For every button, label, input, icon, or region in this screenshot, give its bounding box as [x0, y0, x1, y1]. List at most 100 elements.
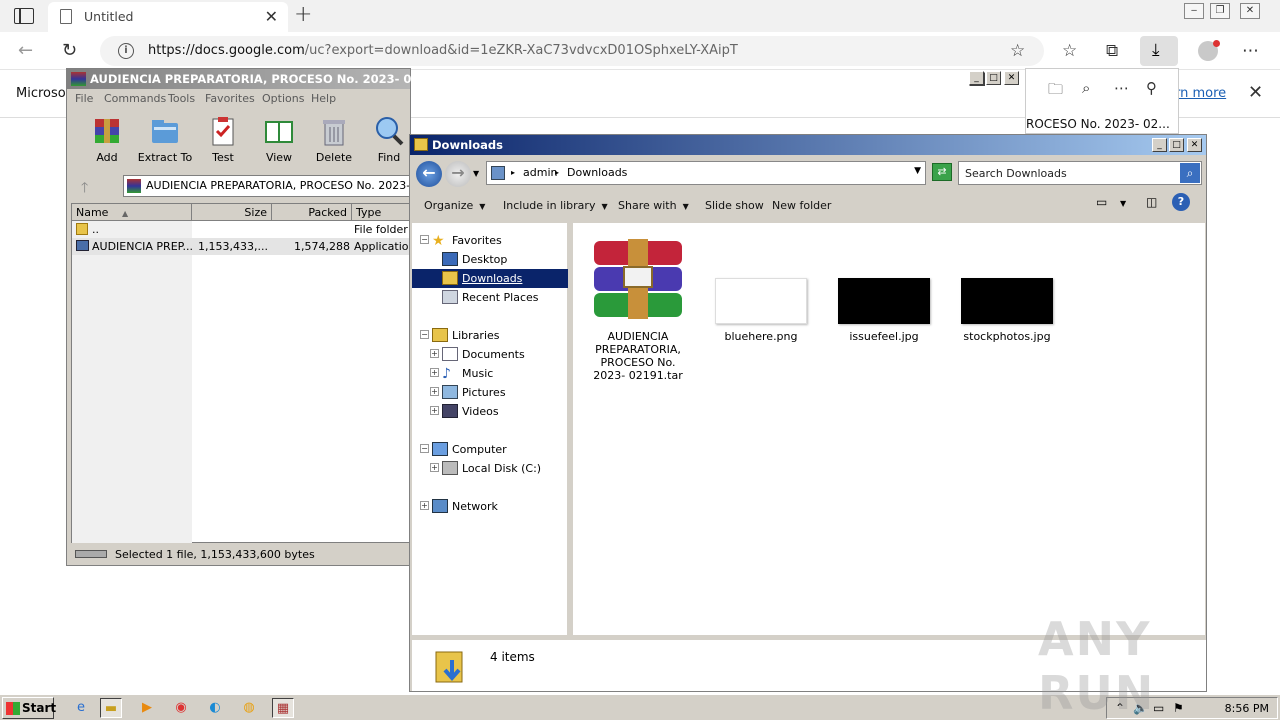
column-name[interactable]: Name ▲	[72, 204, 192, 221]
change-view-icon[interactable]: ▭	[1096, 195, 1107, 209]
new-tab-icon[interactable]: +	[294, 2, 312, 27]
forward-button[interactable]: →	[445, 161, 471, 187]
expand-icon[interactable]: +	[430, 349, 439, 358]
open-folder-icon[interactable]: 🗀	[1048, 79, 1063, 104]
url-text[interactable]: https://docs.google.com/uc?export=downlo…	[148, 43, 738, 58]
collapse-icon[interactable]: −	[420, 330, 429, 339]
explorer-close-button[interactable]: ✕	[1187, 138, 1202, 152]
browser-tab[interactable]: Untitled ✕	[48, 2, 288, 32]
chrome-icon[interactable]: ◉	[170, 698, 192, 718]
nav-music[interactable]: + ♪ Music	[412, 364, 568, 383]
breadcrumb-admin[interactable]: admin	[523, 166, 557, 179]
view-button[interactable]: View	[251, 115, 307, 164]
up-arrow-icon[interactable]: 🡑	[81, 177, 88, 201]
menu-file[interactable]: File	[75, 92, 93, 105]
explorer-titlebar[interactable]: Downloads _ □ ✕	[410, 135, 1206, 155]
download-file-name[interactable]: ROCESO No. 2023- 02...	[1026, 117, 1170, 131]
breadcrumb-downloads[interactable]: Downloads	[567, 166, 627, 179]
winrar-titlebar[interactable]: AUDIENCIA PREPARATORIA, PROCESO No. 2023…	[67, 69, 985, 89]
refresh-icon[interactable]: ↻	[62, 40, 77, 61]
refresh-button[interactable]: ⇄	[932, 163, 952, 181]
address-bar[interactable]: i https://docs.google.com/uc?export=down…	[100, 36, 1044, 66]
table-row[interactable]: AUDIENCIA PREP... 1,153,433,... 1,574,28…	[72, 238, 415, 255]
nav-computer[interactable]: − Computer	[412, 440, 568, 459]
new-folder-button[interactable]: New folder	[772, 199, 831, 212]
share-with-button[interactable]: Share with ▼	[618, 199, 689, 212]
expand-icon[interactable]: +	[430, 387, 439, 396]
organize-button[interactable]: Organize ▼	[424, 199, 485, 212]
winrar-path-field[interactable]: AUDIENCIA PREPARATORIA, PROCESO No. 2023…	[123, 175, 435, 197]
column-size[interactable]: Size	[192, 204, 272, 221]
view-dropdown-icon[interactable]: ▼	[1120, 199, 1126, 208]
file-item-issuefeel[interactable]: issuefeel.jpg	[829, 278, 939, 343]
internet-explorer-icon[interactable]: e	[70, 698, 92, 718]
nav-libraries[interactable]: − Libraries	[412, 326, 568, 345]
favorite-add-icon[interactable]: ☆	[1010, 41, 1025, 61]
winrar-maximize-button[interactable]: □	[986, 71, 1001, 85]
nav-favorites[interactable]: − ★ Favorites	[412, 231, 568, 250]
nav-local-disk[interactable]: + Local Disk (C:)	[412, 459, 568, 478]
browser-minimize-button[interactable]: ‒	[1184, 3, 1204, 19]
media-player-icon[interactable]: ▶	[136, 698, 158, 718]
recent-pages-icon[interactable]: ▼	[473, 169, 479, 178]
menu-tools[interactable]: Tools	[168, 92, 195, 105]
menu-commands[interactable]: Commands	[104, 92, 166, 105]
search-input[interactable]: Search Downloads ⌕	[958, 161, 1202, 185]
address-dropdown-icon[interactable]: ▼	[914, 166, 921, 176]
tab-close-icon[interactable]: ✕	[265, 7, 278, 26]
slide-show-button[interactable]: Slide show	[705, 199, 764, 212]
extract-to-button[interactable]: Extract To	[137, 115, 193, 164]
expand-icon[interactable]: +	[430, 368, 439, 377]
explorer-minimize-button[interactable]: _	[1152, 138, 1167, 152]
column-packed[interactable]: Packed	[272, 204, 352, 221]
more-options-icon[interactable]: ⋯	[1242, 41, 1259, 61]
downloads-button[interactable]: ⤓	[1140, 36, 1178, 66]
browser-restore-button[interactable]: ❐	[1210, 3, 1230, 19]
winrar-taskbar-icon[interactable]: ▦	[272, 698, 294, 718]
menu-options[interactable]: Options	[262, 92, 304, 105]
nav-downloads[interactable]: Downloads	[412, 269, 568, 288]
edge-icon[interactable]: ◐	[204, 698, 226, 718]
nav-pictures[interactable]: + Pictures	[412, 383, 568, 402]
winrar-minimize-button[interactable]: _	[969, 71, 984, 85]
start-button[interactable]: Start	[2, 697, 56, 719]
browser-close-button[interactable]: ✕	[1240, 3, 1260, 19]
menu-help[interactable]: Help	[311, 92, 336, 105]
include-in-library-button[interactable]: Include in library ▼	[503, 199, 608, 212]
address-bar[interactable]: ▸ admin ▸ Downloads ▼	[486, 161, 926, 185]
collapse-icon[interactable]: −	[420, 235, 429, 244]
pin-icon[interactable]: ⚲	[1146, 79, 1157, 97]
back-arrow-icon[interactable]: ←	[18, 40, 33, 61]
collapse-icon[interactable]: −	[420, 444, 429, 453]
search-icon[interactable]: ⌕	[1180, 163, 1200, 183]
add-button[interactable]: Add	[79, 115, 135, 164]
expand-icon[interactable]: +	[420, 501, 429, 510]
nav-network[interactable]: + Network	[412, 497, 568, 516]
tab-actions-icon[interactable]	[14, 8, 34, 24]
nav-videos[interactable]: + Videos	[412, 402, 568, 421]
winrar-close-button[interactable]: ✕	[1004, 71, 1019, 85]
winrar-file-list[interactable]: Name ▲ Size Packed Type .. File folder A…	[71, 203, 415, 543]
more-icon[interactable]: ⋯	[1114, 79, 1129, 97]
back-button[interactable]: ←	[416, 161, 442, 187]
help-icon[interactable]: ?	[1172, 193, 1190, 211]
expand-icon[interactable]: +	[430, 463, 439, 472]
file-view[interactable]: AUDIENCIA PREPARATORIA, PROCESO No. 2023- 0…	[573, 223, 1205, 635]
profile-avatar[interactable]	[1198, 40, 1220, 61]
column-type[interactable]: Type	[352, 204, 412, 221]
test-button[interactable]: Test	[195, 115, 251, 164]
collections-icon[interactable]: ⧉	[1106, 41, 1118, 61]
table-row[interactable]: .. File folder	[72, 221, 410, 238]
search-icon[interactable]: ⌕	[1082, 79, 1090, 97]
favorites-icon[interactable]: ☆	[1062, 41, 1077, 61]
norton-icon[interactable]: ◍	[238, 698, 260, 718]
file-item-bluehere[interactable]: bluehere.png	[706, 278, 816, 343]
menu-favorites[interactable]: Favorites	[205, 92, 255, 105]
info-icon[interactable]: i	[118, 43, 134, 59]
preview-pane-icon[interactable]: ◫	[1146, 195, 1157, 209]
nav-documents[interactable]: + Documents	[412, 345, 568, 364]
nav-recent-places[interactable]: Recent Places	[412, 288, 568, 307]
nav-desktop[interactable]: Desktop	[412, 250, 568, 269]
banner-close-icon[interactable]: ✕	[1248, 82, 1263, 103]
file-item-stockphotos[interactable]: stockphotos.jpg	[952, 278, 1062, 343]
